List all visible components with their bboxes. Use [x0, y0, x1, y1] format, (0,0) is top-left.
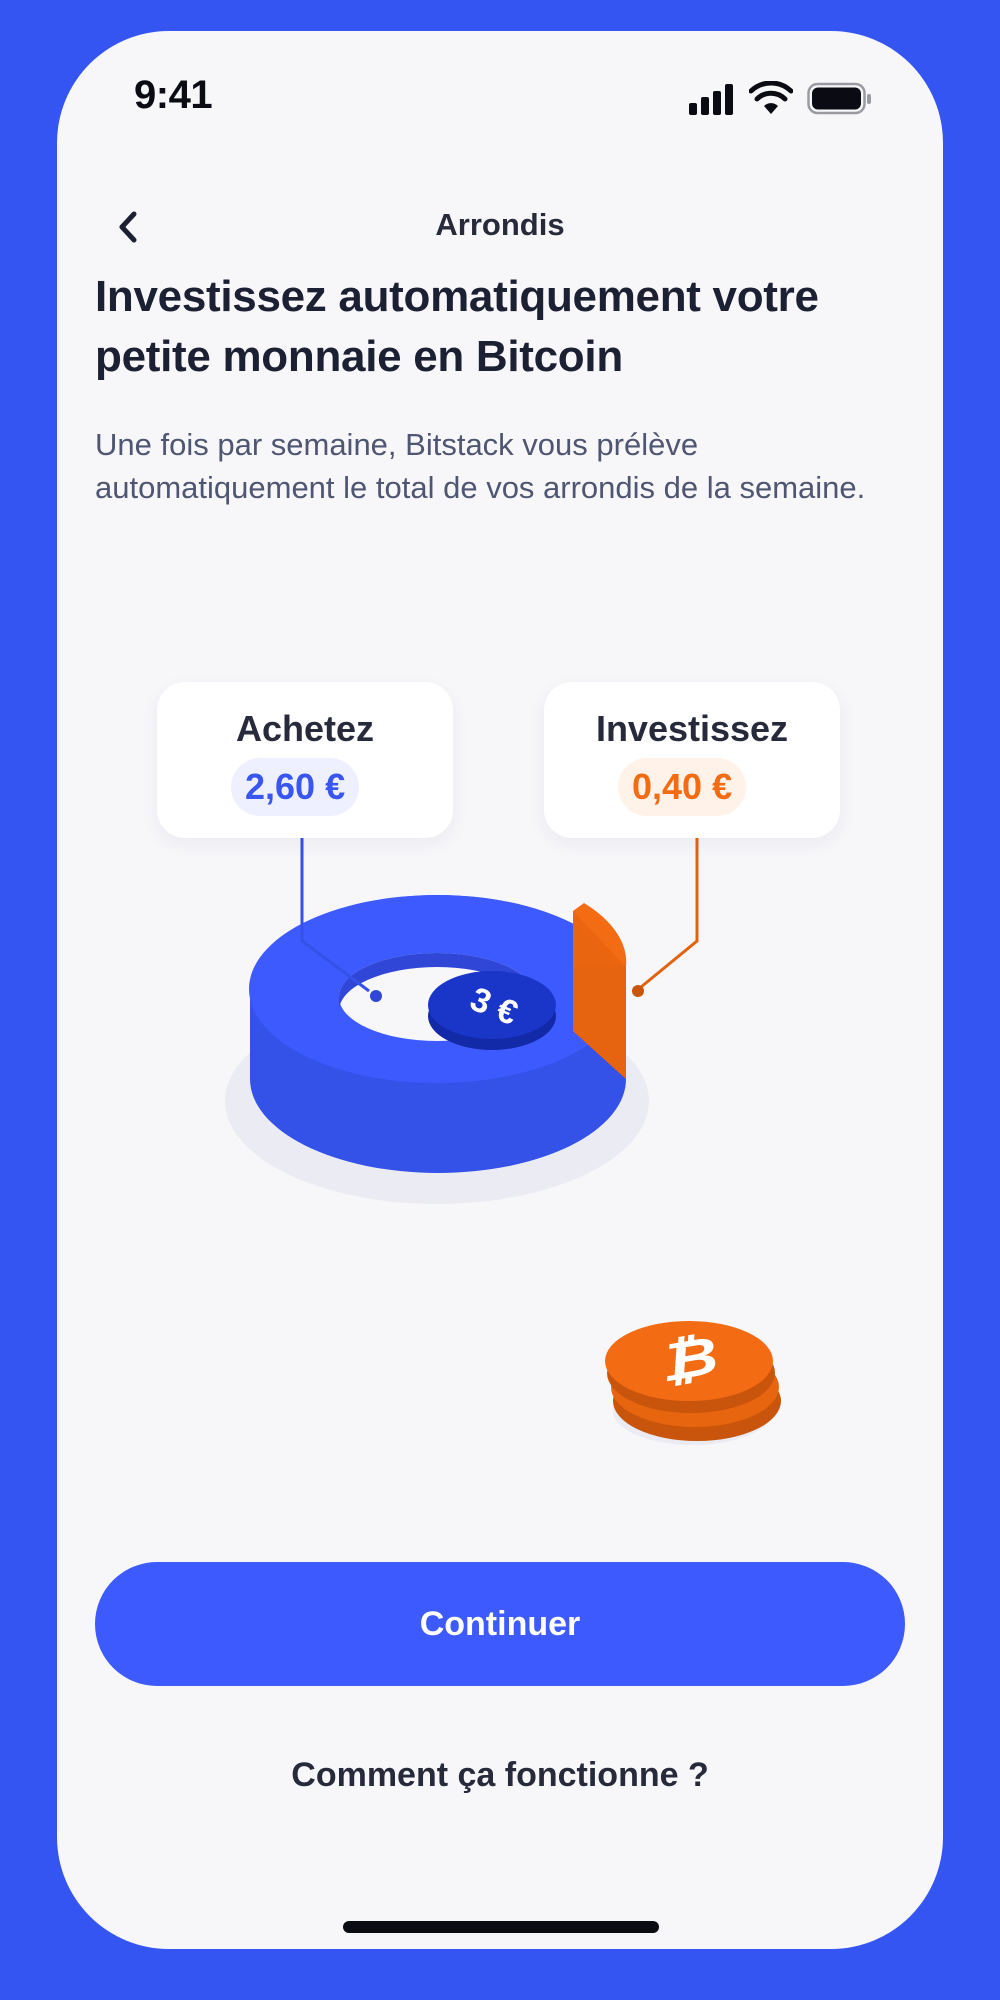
how-it-works-link[interactable]: Comment ça fonctionne ? — [57, 1756, 943, 1795]
invest-card-title: Investissez — [595, 708, 789, 749]
phone-screen: 9:41 Arrondis Investissez automatiquemen… — [57, 31, 943, 1949]
svg-text:₿: ₿ — [655, 1326, 723, 1394]
page-title: Arrondis — [435, 207, 565, 242]
signal-icon — [689, 84, 733, 115]
battery-icon — [807, 82, 871, 115]
invest-amount-badge: 0,40 € — [618, 758, 747, 816]
buy-amount-badge: 2,60 € — [231, 758, 360, 816]
wifi-icon — [749, 81, 793, 114]
status-bar: 9:41 — [57, 31, 943, 161]
description-text: Une fois par semaine, Bitstack vous prél… — [95, 427, 866, 505]
buy-card-title: Achetez — [235, 708, 375, 749]
bitcoin-icon: ₿ — [655, 1326, 723, 1394]
invest-card: Investissez 0,40 € — [544, 682, 840, 838]
buy-card: Achetez 2,60 € — [157, 682, 453, 838]
invest-connector-line — [640, 833, 699, 989]
continue-button[interactable]: Continuer — [95, 1562, 905, 1686]
headline: Investissez automatiquement votre petite… — [95, 272, 819, 381]
status-time: 9:41 — [134, 73, 213, 117]
home-indicator — [343, 1921, 659, 1933]
navigation-bar: Arrondis — [57, 189, 943, 263]
